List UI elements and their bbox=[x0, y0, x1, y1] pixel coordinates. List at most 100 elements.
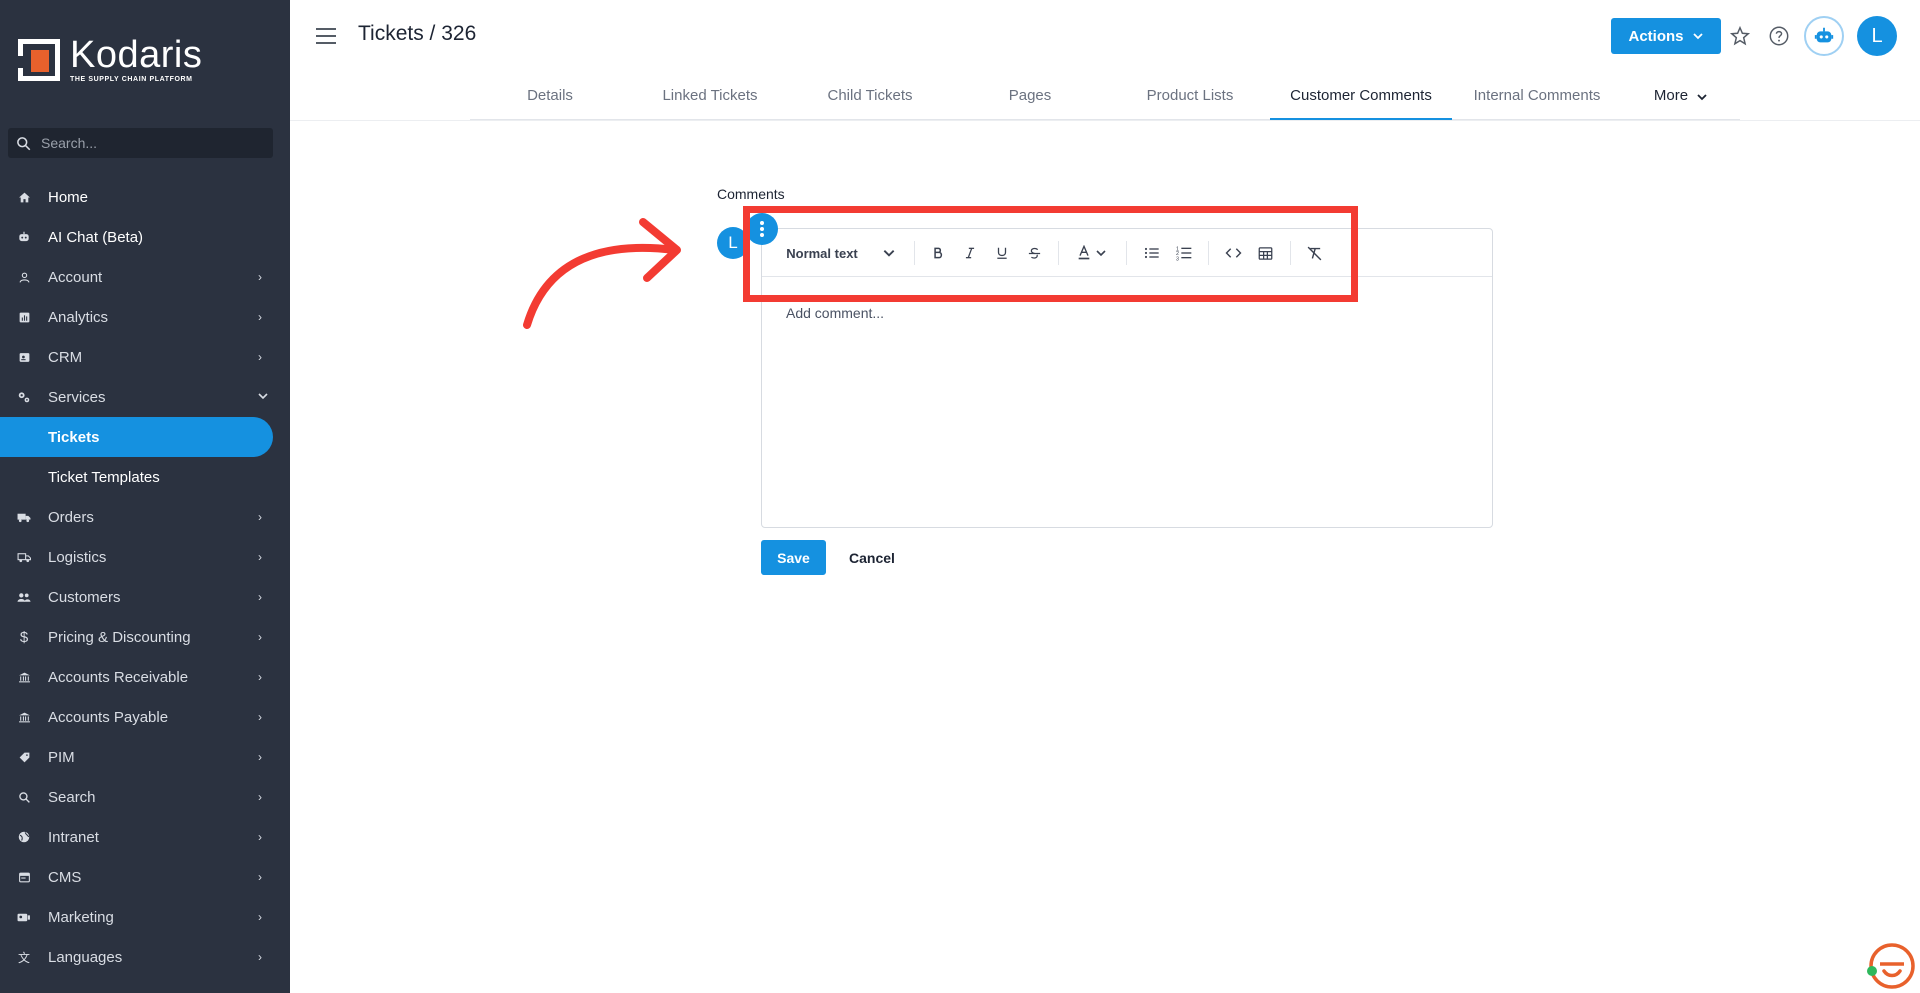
logistics-icon bbox=[17, 550, 31, 564]
tag-icon bbox=[17, 750, 31, 764]
bank-icon bbox=[17, 710, 31, 724]
logo-tagline: THE SUPPLY CHAIN PLATFORM bbox=[70, 76, 193, 83]
bank-icon bbox=[17, 670, 31, 684]
annotation-highlight-box bbox=[743, 206, 1358, 302]
chevron-down-icon bbox=[1692, 33, 1703, 40]
sidebar-item-label: Home bbox=[48, 188, 89, 206]
sidebar-item-accounts-receivable[interactable]: Accounts Receivable › bbox=[0, 657, 290, 697]
sidebar-item-label: Logistics bbox=[48, 548, 107, 566]
sidebar-item-tickets[interactable]: Tickets bbox=[0, 417, 273, 457]
sidebar-item-label: Accounts Receivable bbox=[48, 668, 189, 686]
tab-more-label: More bbox=[1653, 87, 1689, 104]
person-icon bbox=[17, 270, 31, 284]
chevron-right-icon: › bbox=[258, 350, 262, 364]
sidebar-item-label: Marketing bbox=[48, 908, 114, 926]
sidebar-item-label: Search bbox=[48, 788, 96, 806]
sidebar-item-label: Accounts Payable bbox=[48, 708, 169, 726]
help-icon[interactable] bbox=[1767, 24, 1791, 48]
cancel-button[interactable]: Cancel bbox=[842, 540, 902, 575]
chevron-right-icon: › bbox=[258, 670, 262, 684]
sidebar-item-label: CMS bbox=[48, 868, 82, 886]
chevron-right-icon: › bbox=[258, 710, 262, 724]
sidebar-item-cms[interactable]: CMS › bbox=[0, 857, 290, 897]
sidebar-item-accounts-payable[interactable]: Accounts Payable › bbox=[0, 697, 290, 737]
header-divider bbox=[290, 120, 1920, 121]
people-icon bbox=[17, 590, 31, 604]
sidebar-search-input[interactable] bbox=[41, 135, 241, 151]
sidebar-item-customers[interactable]: Customers › bbox=[0, 577, 290, 617]
sidebar-item-account[interactable]: Account › bbox=[0, 257, 290, 297]
tab-customer-comments[interactable]: Customer Comments bbox=[1270, 78, 1452, 120]
sidebar-item-label: CRM bbox=[48, 348, 83, 366]
home-icon bbox=[17, 190, 31, 204]
annotation-arrow-icon bbox=[523, 218, 681, 329]
chevron-right-icon: › bbox=[258, 310, 262, 324]
sidebar-item-intranet[interactable]: Intranet › bbox=[0, 817, 290, 857]
tab-more[interactable]: More bbox=[1622, 78, 1740, 120]
sidebar-item-pim[interactable]: PIM › bbox=[0, 737, 290, 777]
cms-icon bbox=[17, 870, 31, 884]
tab-child-tickets[interactable]: Child Tickets bbox=[790, 78, 950, 120]
sidebar-item-analytics[interactable]: Analytics › bbox=[0, 297, 290, 337]
crm-icon bbox=[17, 350, 31, 364]
kodaris-logo-mark bbox=[18, 38, 60, 81]
tab-pages[interactable]: Pages bbox=[950, 78, 1110, 120]
tab-details[interactable]: Details bbox=[470, 78, 630, 120]
sidebar-item-crm[interactable]: CRM › bbox=[0, 337, 290, 377]
sidebar-item-label: Pricing & Discounting bbox=[48, 628, 191, 646]
chevron-right-icon: › bbox=[258, 270, 262, 284]
user-avatar[interactable]: L bbox=[1857, 16, 1897, 56]
sidebar-item-ticket-templates[interactable]: Ticket Templates bbox=[0, 457, 290, 497]
sidebar-item-label: Languages bbox=[48, 948, 123, 966]
chevron-right-icon: › bbox=[258, 830, 262, 844]
sidebar-item-logistics[interactable]: Logistics › bbox=[0, 537, 290, 577]
tab-internal-comments[interactable]: Internal Comments bbox=[1452, 78, 1622, 120]
chevron-down-icon bbox=[1697, 94, 1707, 101]
sidebar-item-services[interactable]: Services bbox=[0, 377, 290, 417]
sidebar-item-marketing[interactable]: Marketing › bbox=[0, 897, 290, 937]
menu-toggle-icon[interactable] bbox=[316, 28, 336, 44]
logo-name: Kodaris bbox=[70, 34, 203, 76]
chat-support-icon[interactable] bbox=[1862, 939, 1916, 993]
sidebar-item-pricing[interactable]: $ Pricing & Discounting › bbox=[0, 617, 290, 657]
globe-icon bbox=[17, 830, 31, 844]
sidebar-item-label: PIM bbox=[48, 748, 75, 766]
tab-product-lists[interactable]: Product Lists bbox=[1110, 78, 1270, 120]
marketing-icon bbox=[17, 910, 31, 924]
tab-linked-tickets[interactable]: Linked Tickets bbox=[630, 78, 790, 120]
chevron-right-icon: › bbox=[258, 790, 262, 804]
sidebar: Kodaris THE SUPPLY CHAIN PLATFORM Home A… bbox=[0, 0, 290, 993]
chevron-right-icon: › bbox=[258, 870, 262, 884]
chevron-down-icon bbox=[258, 390, 268, 404]
sidebar-item-label: Customers bbox=[48, 588, 121, 606]
dollar-icon: $ bbox=[19, 628, 29, 646]
tab-bar: Details Linked Tickets Child Tickets Pag… bbox=[470, 78, 1740, 120]
sidebar-item-label: AI Chat (Beta) bbox=[48, 228, 144, 246]
sidebar-search[interactable] bbox=[8, 128, 273, 158]
chevron-right-icon: › bbox=[258, 910, 262, 924]
sidebar-item-label: Ticket Templates bbox=[48, 468, 160, 486]
star-icon[interactable] bbox=[1728, 24, 1752, 48]
page-title: Tickets / 326 bbox=[358, 22, 477, 45]
sidebar-item-search[interactable]: Search › bbox=[0, 777, 290, 817]
chevron-right-icon: › bbox=[258, 950, 262, 964]
kodaris-logo[interactable]: Kodaris THE SUPPLY CHAIN PLATFORM bbox=[18, 36, 202, 83]
sidebar-item-home[interactable]: Home bbox=[0, 177, 290, 217]
chevron-right-icon: › bbox=[258, 590, 262, 604]
analytics-icon bbox=[17, 310, 31, 324]
robot-icon bbox=[1814, 27, 1834, 43]
ai-assistant-button[interactable] bbox=[1804, 16, 1844, 56]
sidebar-item-label: Orders bbox=[48, 508, 94, 526]
sidebar-item-orders[interactable]: Orders › bbox=[0, 497, 290, 537]
comments-label: Comments bbox=[717, 186, 785, 202]
chevron-right-icon: › bbox=[258, 630, 262, 644]
chevron-right-icon: › bbox=[258, 510, 262, 524]
sidebar-item-languages[interactable]: 文 Languages › bbox=[0, 937, 290, 977]
search-icon bbox=[17, 136, 31, 150]
sidebar-item-ai-chat[interactable]: AI Chat (Beta) bbox=[0, 217, 290, 257]
chevron-right-icon: › bbox=[258, 750, 262, 764]
save-button[interactable]: Save bbox=[761, 540, 826, 575]
actions-button[interactable]: Actions bbox=[1611, 18, 1721, 54]
truck-icon bbox=[17, 510, 31, 524]
comment-input[interactable]: Add comment... bbox=[786, 305, 884, 321]
